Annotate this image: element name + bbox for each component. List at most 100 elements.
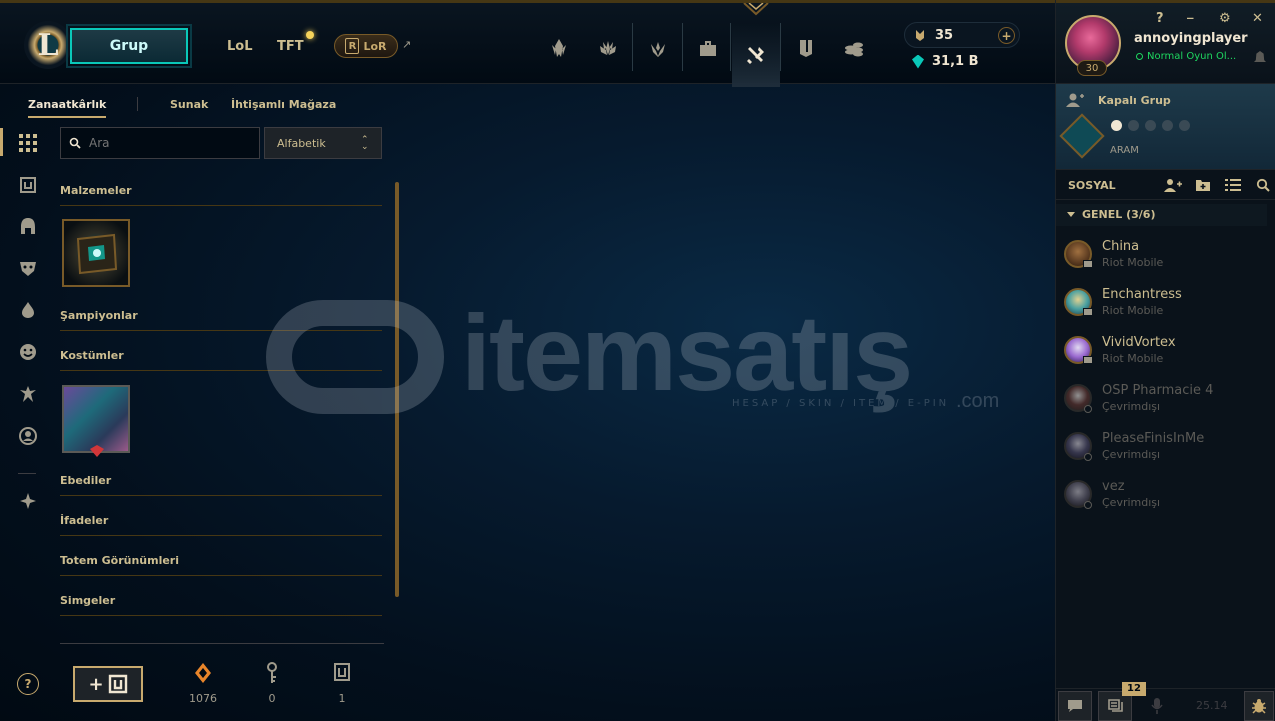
section-title: Ebediler — [60, 474, 112, 487]
friend-group-header[interactable]: GENEL (3/6) — [1056, 204, 1267, 226]
friend-status: Çevrimdışı — [1102, 400, 1161, 413]
search-icon[interactable] — [1255, 178, 1271, 192]
help-icon[interactable]: ? — [1156, 11, 1164, 26]
close-icon[interactable]: ✕ — [1252, 11, 1263, 26]
section-icons[interactable]: Simgeler — [60, 594, 382, 616]
section-title: Simgeler — [60, 594, 116, 607]
icon-filter-icon[interactable] — [16, 424, 40, 448]
section-emotes[interactable]: İfadeler — [60, 514, 382, 536]
blue-essence-balance: 31,1 B — [912, 54, 979, 69]
tab-prestige-store[interactable]: İhtişamlı Mağaza — [231, 98, 336, 111]
party-slot-empty[interactable] — [1179, 120, 1190, 131]
champion-filter-icon[interactable] — [16, 214, 40, 238]
offline-status-icon — [1084, 501, 1092, 509]
league-logo-icon[interactable]: L — [24, 21, 72, 69]
section-eternals[interactable]: Ebediler — [60, 474, 382, 496]
skin-filter-icon[interactable] — [16, 256, 40, 280]
other-filter-icon[interactable] — [16, 489, 40, 513]
tab-altar[interactable]: Sunak — [170, 98, 208, 111]
hextech-chest-item[interactable] — [62, 219, 130, 287]
section-materials[interactable]: Malzemeler — [60, 184, 382, 206]
plus-label: + — [88, 673, 104, 695]
party-slot-empty[interactable] — [1162, 120, 1173, 131]
offline-status-icon — [1084, 405, 1092, 413]
notification-bell-icon[interactable] — [1254, 51, 1266, 63]
lobby-card[interactable]: Kapalı Grup ARAM — [1056, 84, 1275, 170]
top-navigation-bar: L Grup LoL TFT R LoR ↗ 35 + 31,1 B — [0, 0, 1055, 87]
emote-filter-icon[interactable] — [16, 340, 40, 364]
list-view-icon[interactable] — [1225, 178, 1241, 192]
search-icon — [69, 137, 81, 149]
lor-button[interactable]: R LoR — [334, 34, 398, 58]
friend-row[interactable]: PleaseFinisInMe Çevrimdışı — [1056, 425, 1275, 469]
add-friend-icon[interactable] — [1164, 178, 1182, 192]
party-slot-empty[interactable] — [1145, 120, 1156, 131]
bottom-dock: 12 25.14 — [1056, 682, 1275, 721]
friend-status: Çevrimdışı — [1102, 448, 1161, 461]
gem-rarity-icon — [90, 445, 104, 457]
party-slot-empty[interactable] — [1128, 120, 1139, 131]
chat-button[interactable] — [1058, 691, 1092, 721]
craft-key-button[interactable]: + — [73, 666, 143, 702]
key-icon — [267, 662, 277, 683]
nav-tft-icon[interactable] — [584, 23, 632, 73]
group-icon — [1066, 93, 1084, 107]
add-folder-icon[interactable] — [1195, 178, 1211, 192]
sort-value: Alfabetik — [277, 137, 326, 150]
help-button[interactable]: ? — [17, 673, 39, 695]
lobby-title: Kapalı Grup — [1098, 94, 1171, 107]
settings-gear-icon[interactable]: ⚙ — [1219, 11, 1231, 26]
level-badge: 30 — [1077, 60, 1107, 76]
nav-loot-icon[interactable] — [732, 23, 780, 87]
status-line[interactable]: Normal Oyun Ol... — [1136, 51, 1236, 62]
voice-button[interactable] — [1140, 691, 1174, 721]
friend-row[interactable]: OSP Pharmacie 4 Çevrimdışı — [1056, 377, 1275, 421]
section-ward-skins[interactable]: Totem Görünümleri — [60, 554, 382, 576]
buy-rp-button[interactable]: + — [998, 27, 1015, 44]
orange-essence-stat: 1076 — [183, 662, 223, 705]
be-amount: 31,1 B — [932, 54, 979, 69]
mobile-icon — [1083, 260, 1093, 268]
search-input[interactable] — [89, 136, 239, 150]
orange-essence-icon — [195, 663, 211, 683]
nav-profile-icon[interactable] — [782, 23, 830, 73]
nav-home-icon[interactable] — [535, 23, 583, 73]
all-items-grid-icon[interactable] — [16, 131, 40, 155]
play-button[interactable]: Grup — [66, 24, 192, 68]
tab-lol[interactable]: LoL — [227, 39, 253, 54]
nav-collection-icon[interactable] — [684, 23, 732, 73]
section-title: İfadeler — [60, 514, 109, 527]
friend-name: vez — [1102, 479, 1125, 494]
chest-stat: 1 — [322, 662, 362, 705]
friend-row[interactable]: vez Çevrimdışı — [1056, 473, 1275, 517]
watermark-text: itemsatış — [461, 292, 913, 413]
ward-skin-filter-icon[interactable] — [16, 382, 40, 406]
lor-label: LoR — [363, 39, 387, 53]
blue-essence-icon — [912, 54, 924, 69]
friend-row[interactable]: VividVortex Riot Mobile — [1056, 329, 1275, 373]
offline-status-icon — [1084, 453, 1092, 461]
watermark-logo: itemsatış HESAP / SKIN / ITEM / E-PIN .c… — [266, 292, 1016, 418]
minimize-icon[interactable]: _ — [1187, 5, 1194, 20]
eternals-filter-icon[interactable] — [16, 298, 40, 322]
game-mode-label: ARAM — [1110, 145, 1139, 156]
friend-name: PleaseFinisInMe — [1102, 431, 1205, 446]
nav-store-icon[interactable] — [830, 23, 878, 73]
status-dot-icon — [1136, 53, 1143, 60]
nav-clash-icon[interactable] — [634, 23, 682, 73]
search-box[interactable] — [60, 127, 260, 159]
friend-row[interactable]: China Riot Mobile — [1056, 233, 1275, 277]
friend-name: Enchantress — [1102, 287, 1182, 302]
bug-report-button[interactable] — [1244, 691, 1274, 721]
tab-crafting[interactable]: Zanaatkârlık — [28, 98, 107, 118]
skin-shard-item[interactable] — [62, 385, 130, 457]
key-fragment-stat: 0 — [252, 662, 292, 705]
chest-filter-icon[interactable] — [16, 173, 40, 197]
sort-dropdown[interactable]: Alfabetik ⌃⌄ — [264, 127, 382, 159]
tab-tft[interactable]: TFT — [277, 39, 304, 54]
username[interactable]: annoyingplayer — [1134, 31, 1248, 46]
friend-row[interactable]: Enchantress Riot Mobile — [1056, 281, 1275, 325]
watermark-ring-icon — [266, 300, 444, 414]
section-title: Malzemeler — [60, 184, 132, 197]
party-slots — [1111, 120, 1190, 131]
